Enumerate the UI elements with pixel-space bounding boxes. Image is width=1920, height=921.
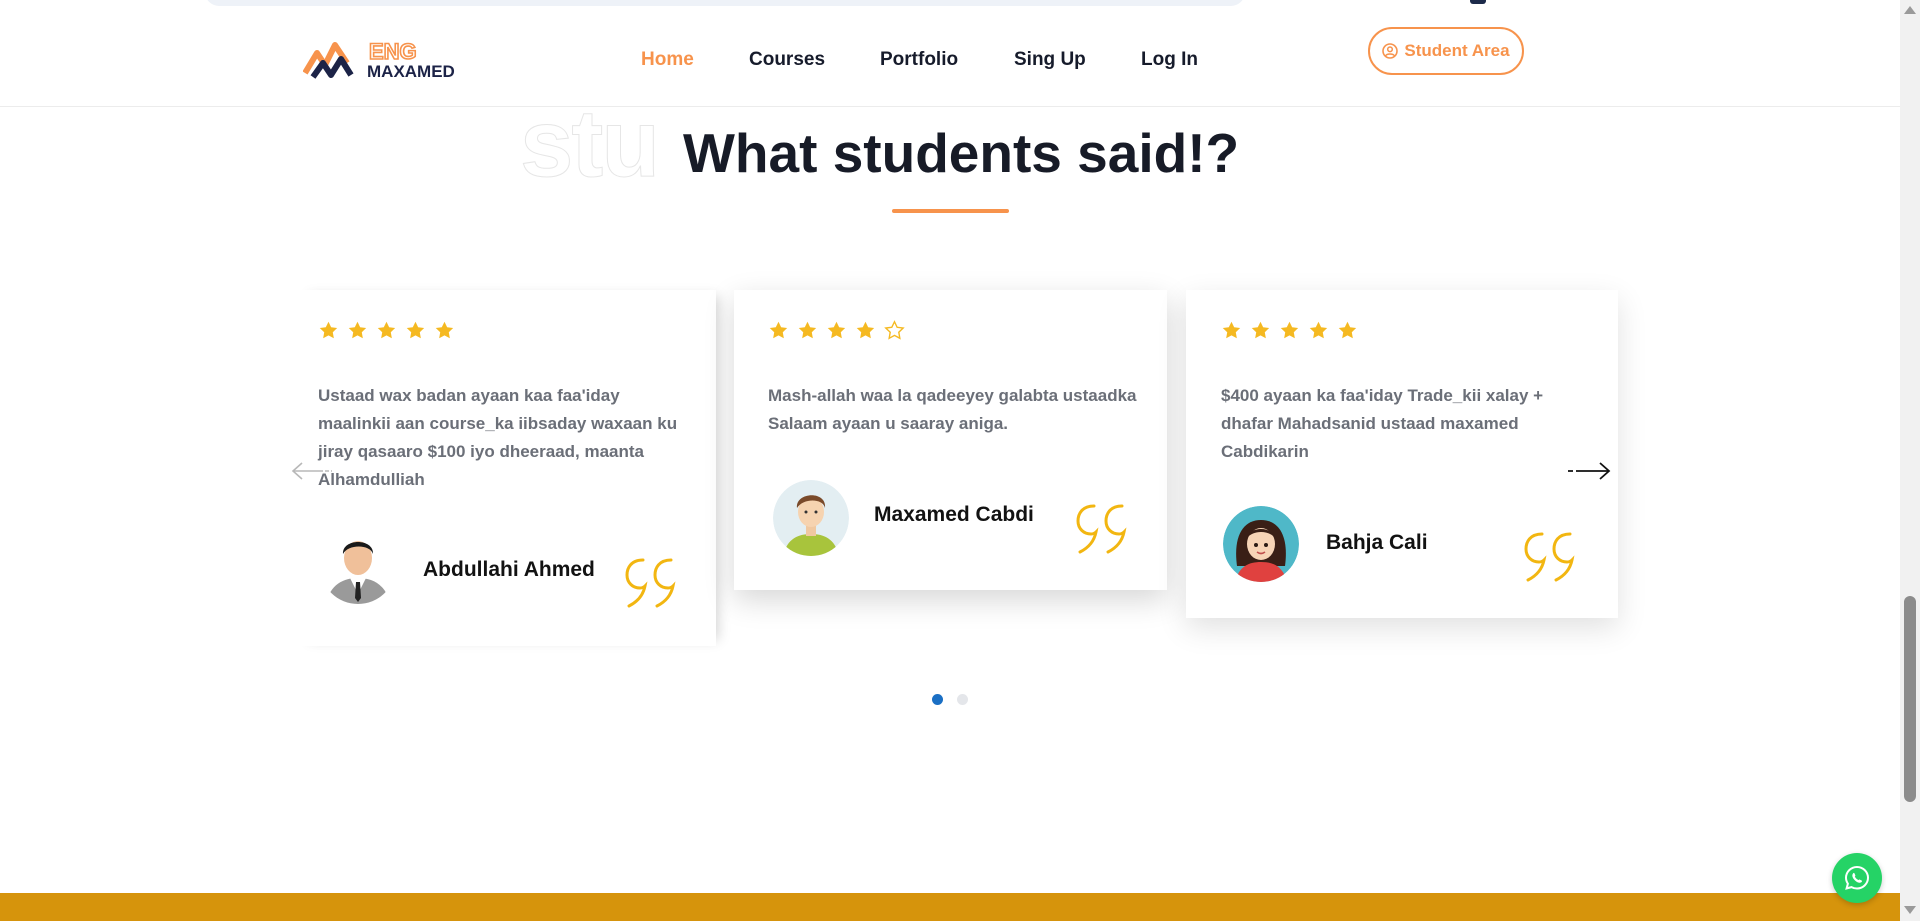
star-filled-icon (1280, 321, 1299, 339)
scrollbar-thumb[interactable] (1904, 596, 1916, 802)
testimonial-card-3: $400 ayaan ka faa'iday Trade_kii xalay +… (1186, 290, 1618, 618)
star-filled-icon (798, 321, 817, 339)
scroll-up-arrow-icon[interactable] (1904, 6, 1916, 14)
scroll-down-arrow-icon[interactable] (1904, 906, 1916, 914)
logo-top-text: ENG (369, 39, 417, 64)
carousel-pagination (932, 694, 968, 705)
star-filled-icon (827, 321, 846, 339)
brand-logo[interactable]: ENG MAXAMED (303, 39, 455, 81)
logo-bottom-text: MAXAMED (367, 62, 455, 81)
star-filled-icon (856, 321, 875, 339)
arrow-left-icon[interactable] (290, 460, 334, 482)
woman-avatar (1223, 506, 1299, 582)
review-text: $400 ayaan ka faa'iday Trade_kii xalay +… (1221, 386, 1544, 461)
star-filled-icon (377, 321, 396, 339)
star-empty-icon (884, 320, 905, 340)
star-filled-icon (406, 321, 425, 339)
nav-home[interactable]: Home (641, 49, 694, 71)
quote-icon (1076, 504, 1127, 554)
title-underline (892, 209, 1009, 213)
star-filled-icon (348, 321, 367, 339)
carousel-dot-2[interactable] (957, 694, 968, 705)
student-area-button[interactable]: Student Area (1368, 27, 1524, 75)
browser-top-strip (0, 0, 1900, 15)
whatsapp-button[interactable] (1832, 853, 1882, 903)
person-name: Abdullahi Ahmed (423, 558, 595, 581)
star-filled-icon (319, 321, 338, 339)
review-text: Ustaad wax badan ayaan kaa faa'iday maal… (318, 386, 678, 489)
carousel-dot-1[interactable] (932, 694, 943, 705)
user-circle-icon (1382, 43, 1399, 59)
star-filled-icon (435, 321, 454, 339)
site-header: ENG MAXAMED Home Courses Portfolio Sing … (0, 14, 1900, 107)
star-filled-icon (1338, 321, 1357, 339)
star-filled-icon (1251, 321, 1270, 339)
rating-stars (318, 320, 455, 341)
footer-band (0, 893, 1900, 921)
nav-login[interactable]: Log In (1141, 49, 1198, 71)
person-name: Maxamed Cabdi (874, 503, 1034, 526)
young-man-avatar (773, 480, 849, 556)
star-filled-icon (1309, 321, 1328, 339)
quote-icon (625, 558, 676, 608)
star-filled-icon (769, 321, 788, 339)
student-area-label: Student Area (1404, 41, 1510, 60)
nav-portfolio[interactable]: Portfolio (880, 49, 958, 71)
whatsapp-icon (1844, 865, 1870, 890)
testimonial-card-2: Mash-allah waa la qadeeyey galabta ustaa… (734, 290, 1167, 590)
quote-icon (1524, 532, 1575, 582)
arrow-right-icon[interactable] (1566, 460, 1612, 482)
star-filled-icon (1222, 321, 1241, 339)
top-dark-tab (1470, 0, 1486, 4)
man-suit-avatar (320, 528, 396, 604)
top-search-bar[interactable] (205, 0, 1245, 6)
section-ghost-text: stu (520, 90, 661, 197)
nav-signup[interactable]: Sing Up (1014, 49, 1086, 71)
person-name: Bahja Cali (1326, 531, 1428, 554)
testimonial-card-1: Ustaad wax badan ayaan kaa faa'iday maal… (295, 290, 716, 646)
nav-courses[interactable]: Courses (749, 49, 825, 71)
rating-stars (1221, 320, 1358, 341)
section-title: What students said!? (683, 122, 1240, 184)
rating-stars (768, 320, 905, 341)
review-text: Mash-allah waa la qadeeyey galabta ustaa… (768, 386, 1137, 433)
